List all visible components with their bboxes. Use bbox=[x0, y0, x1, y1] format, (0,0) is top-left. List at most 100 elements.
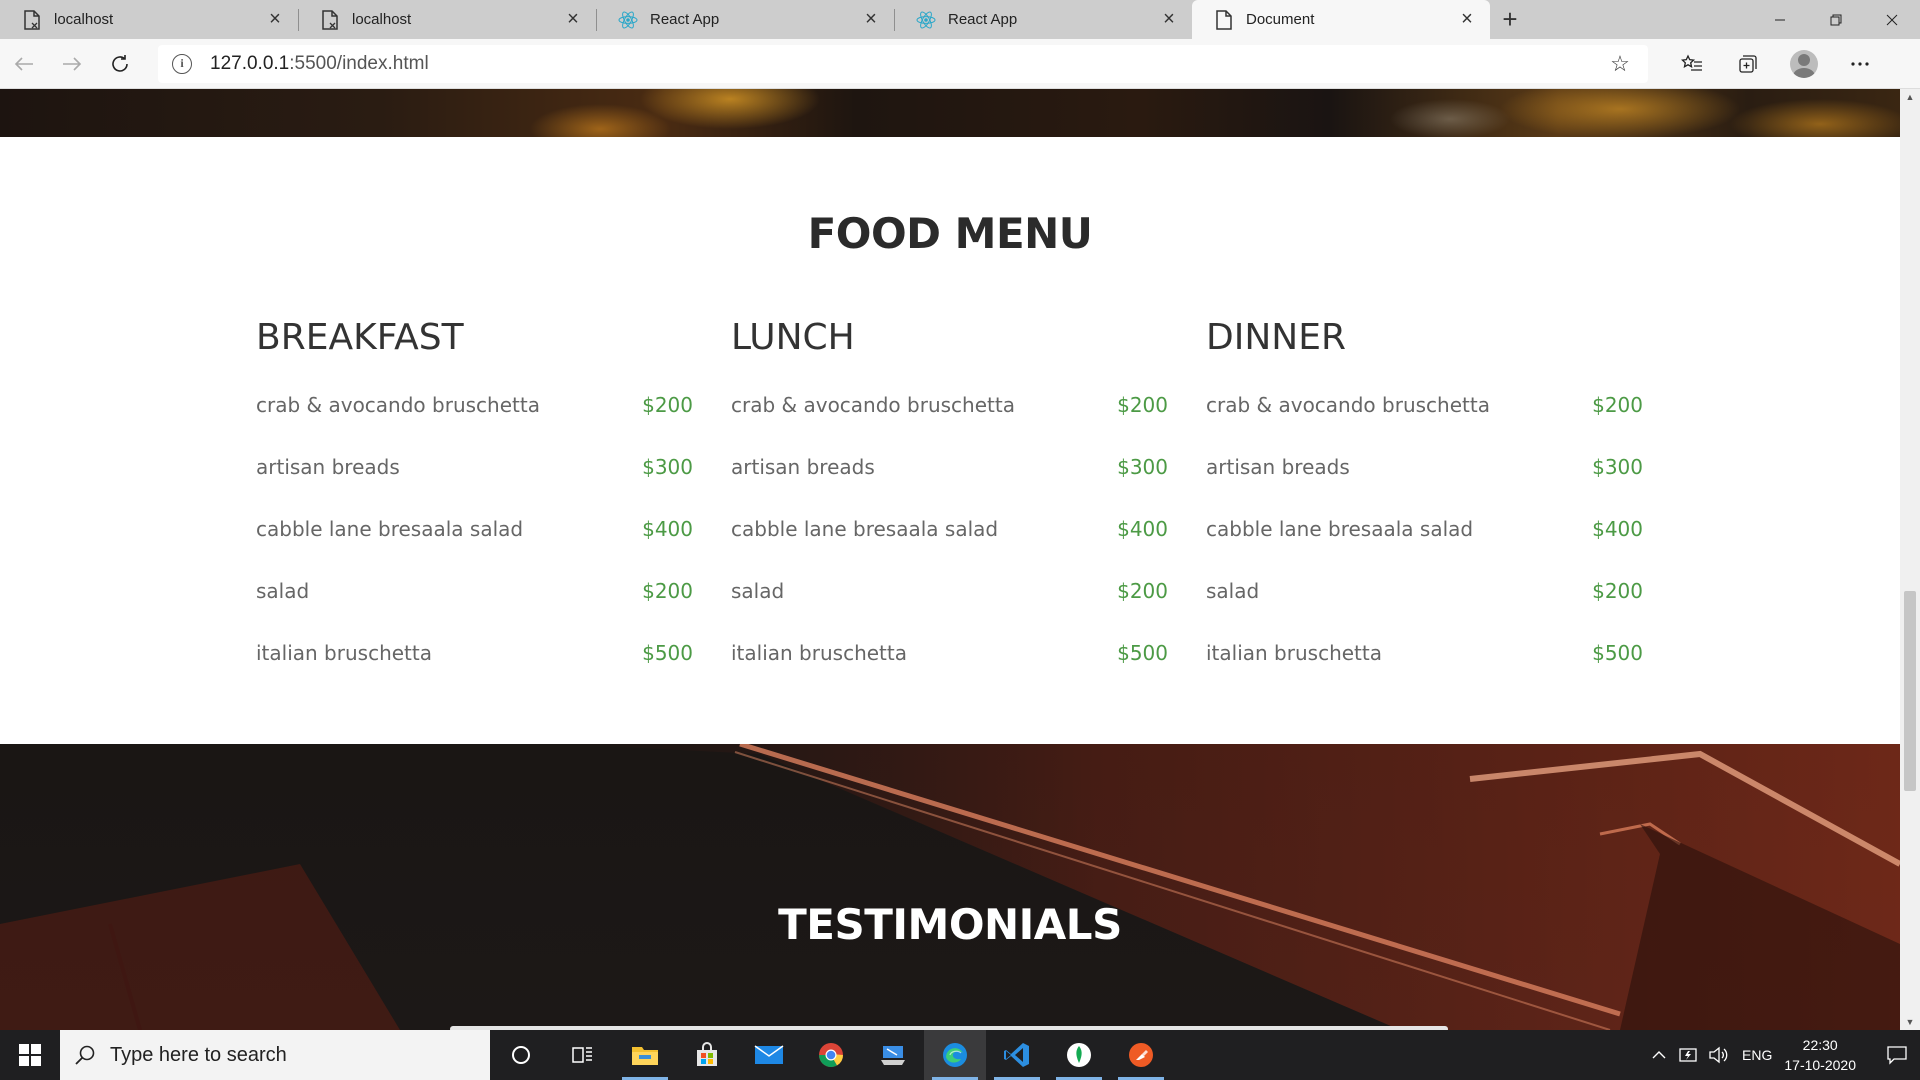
close-tab-icon[interactable]: × bbox=[564, 8, 582, 30]
menu-item: salad $200 bbox=[1206, 560, 1643, 622]
store-icon[interactable] bbox=[676, 1030, 738, 1080]
restore-button[interactable] bbox=[1808, 0, 1864, 39]
neon-background-decoration bbox=[0, 744, 1900, 1030]
menu-item-name: crab & avocando bruschetta bbox=[256, 393, 540, 417]
tab-title: React App bbox=[948, 11, 1018, 28]
more-menu-icon[interactable] bbox=[1832, 44, 1888, 84]
page-scrollbar[interactable]: ▲ ▼ bbox=[1900, 89, 1920, 1030]
forward-button[interactable] bbox=[48, 44, 96, 84]
menu-item-name: artisan breads bbox=[1206, 455, 1350, 479]
volume-icon[interactable] bbox=[1704, 1046, 1734, 1064]
menu-item: cabble lane bresaala salad $400 bbox=[1206, 498, 1643, 560]
close-window-button[interactable] bbox=[1864, 0, 1920, 39]
menu-item-price: $300 bbox=[1592, 455, 1643, 479]
scroll-down-arrow-icon[interactable]: ▼ bbox=[1900, 1014, 1920, 1030]
menu-item-price: $500 bbox=[642, 641, 693, 665]
menu-item-price: $200 bbox=[1117, 579, 1168, 603]
vscode-icon[interactable] bbox=[986, 1030, 1048, 1080]
menu-item-price: $400 bbox=[1592, 517, 1643, 541]
mail-icon[interactable] bbox=[738, 1030, 800, 1080]
tab-title: Document bbox=[1246, 11, 1315, 28]
menu-item-name: italian bruschetta bbox=[1206, 641, 1382, 665]
menu-item: italian bruschetta $500 bbox=[1206, 622, 1643, 684]
language-indicator[interactable]: ENG bbox=[1742, 1047, 1772, 1063]
menu-item-name: crab & avocando bruschetta bbox=[1206, 393, 1490, 417]
close-tab-icon[interactable]: × bbox=[862, 8, 880, 30]
profile-button[interactable] bbox=[1776, 44, 1832, 84]
remote-desktop-icon[interactable] bbox=[862, 1030, 924, 1080]
menu-item-price: $400 bbox=[642, 517, 693, 541]
file-explorer-icon[interactable] bbox=[614, 1030, 676, 1080]
browser-tab[interactable]: localhost × bbox=[298, 0, 596, 39]
menu-item-price: $400 bbox=[1117, 517, 1168, 541]
page-icon bbox=[320, 9, 340, 30]
close-tab-icon[interactable]: × bbox=[1160, 8, 1178, 30]
menu-column-title: BREAKFAST bbox=[256, 317, 464, 358]
cortana-icon[interactable] bbox=[490, 1030, 552, 1080]
page-icon bbox=[22, 9, 42, 30]
food-menu-section: FOOD MENU BREAKFAST crab & avocando brus… bbox=[0, 137, 1900, 744]
avatar bbox=[1790, 49, 1818, 78]
mongodb-compass-icon[interactable] bbox=[1048, 1030, 1110, 1080]
browser-tab[interactable]: React App × bbox=[894, 0, 1192, 39]
menu-item-price: $200 bbox=[642, 579, 693, 603]
menu-item-price: $300 bbox=[1117, 455, 1168, 479]
food-menu-heading: FOOD MENU bbox=[807, 209, 1093, 258]
refresh-button[interactable] bbox=[96, 44, 144, 84]
menu-item-name: italian bruschetta bbox=[731, 641, 907, 665]
url-host: 127.0.0.1 bbox=[210, 52, 290, 74]
close-tab-icon[interactable]: × bbox=[266, 8, 284, 30]
chevron-up-icon[interactable] bbox=[1644, 1050, 1674, 1060]
menu-item: salad $200 bbox=[731, 560, 1168, 622]
favorites-icon[interactable] bbox=[1664, 44, 1720, 84]
edge-icon[interactable] bbox=[924, 1030, 986, 1080]
menu-column-title: DINNER bbox=[1206, 317, 1346, 358]
tab-title: localhost bbox=[352, 11, 412, 28]
minimize-button[interactable] bbox=[1752, 0, 1808, 39]
menu-item: crab & avocando bruschetta $200 bbox=[1206, 374, 1643, 436]
taskbar-search-box[interactable]: Type here to search bbox=[60, 1030, 490, 1080]
scroll-up-arrow-icon[interactable]: ▲ bbox=[1900, 89, 1920, 105]
menu-item-name: salad bbox=[1206, 579, 1260, 603]
chrome-icon[interactable] bbox=[800, 1030, 862, 1080]
menu-item-name: artisan breads bbox=[256, 455, 400, 479]
system-tray: ENG 22:30 17-10-2020 bbox=[1644, 1030, 1920, 1080]
start-button[interactable] bbox=[0, 1030, 60, 1080]
browser-toolbar: i 127.0.0.1:5500/index.html ☆ bbox=[0, 39, 1920, 89]
menu-item: artisan breads $300 bbox=[731, 436, 1168, 498]
window-controls bbox=[1752, 0, 1920, 39]
browser-tab-active[interactable]: Document × bbox=[1192, 0, 1490, 39]
menu-item-name: artisan breads bbox=[731, 455, 875, 479]
menu-item-name: italian bruschetta bbox=[256, 641, 432, 665]
testimonials-section: TESTIMONIALS bbox=[0, 744, 1900, 1030]
task-view-icon[interactable] bbox=[552, 1030, 614, 1080]
menu-item: salad $200 bbox=[256, 560, 693, 622]
address-bar[interactable]: i 127.0.0.1:5500/index.html ☆ bbox=[158, 44, 1648, 83]
menu-item: italian bruschetta $500 bbox=[256, 622, 693, 684]
battery-power-icon[interactable] bbox=[1674, 1046, 1704, 1064]
notifications-icon[interactable] bbox=[1874, 1030, 1920, 1080]
scrollbar-thumb[interactable] bbox=[1904, 591, 1916, 791]
url-text[interactable]: 127.0.0.1:5500/index.html bbox=[210, 53, 1606, 75]
menu-column-title: LUNCH bbox=[731, 317, 855, 358]
menu-item-price: $500 bbox=[1592, 641, 1643, 665]
clock[interactable]: 22:30 17-10-2020 bbox=[1784, 1035, 1856, 1075]
back-button[interactable] bbox=[0, 44, 48, 84]
browser-tab[interactable]: localhost × bbox=[0, 0, 298, 39]
collections-icon[interactable] bbox=[1720, 44, 1776, 84]
testimonials-heading: TESTIMONIALS bbox=[778, 900, 1122, 949]
info-icon[interactable]: i bbox=[172, 53, 192, 74]
tab-title: localhost bbox=[54, 11, 114, 28]
browser-tab[interactable]: React App × bbox=[596, 0, 894, 39]
menu-item: crab & avocando bruschetta $200 bbox=[731, 374, 1168, 436]
new-tab-button[interactable]: + bbox=[1490, 0, 1530, 39]
favorite-star-icon[interactable]: ☆ bbox=[1606, 50, 1634, 78]
postman-icon[interactable] bbox=[1110, 1030, 1172, 1080]
menu-item-name: cabble lane bresaala salad bbox=[731, 517, 999, 541]
menu-item-name: cabble lane bresaala salad bbox=[1206, 517, 1474, 541]
close-tab-icon[interactable]: × bbox=[1458, 8, 1476, 30]
menu-column-dinner: DINNER crab & avocando bruschetta $200 ar… bbox=[1206, 317, 1643, 684]
toolbar-actions bbox=[1664, 44, 1888, 84]
menu-item: artisan breads $300 bbox=[1206, 436, 1643, 498]
menu-item-price: $200 bbox=[1117, 393, 1168, 417]
